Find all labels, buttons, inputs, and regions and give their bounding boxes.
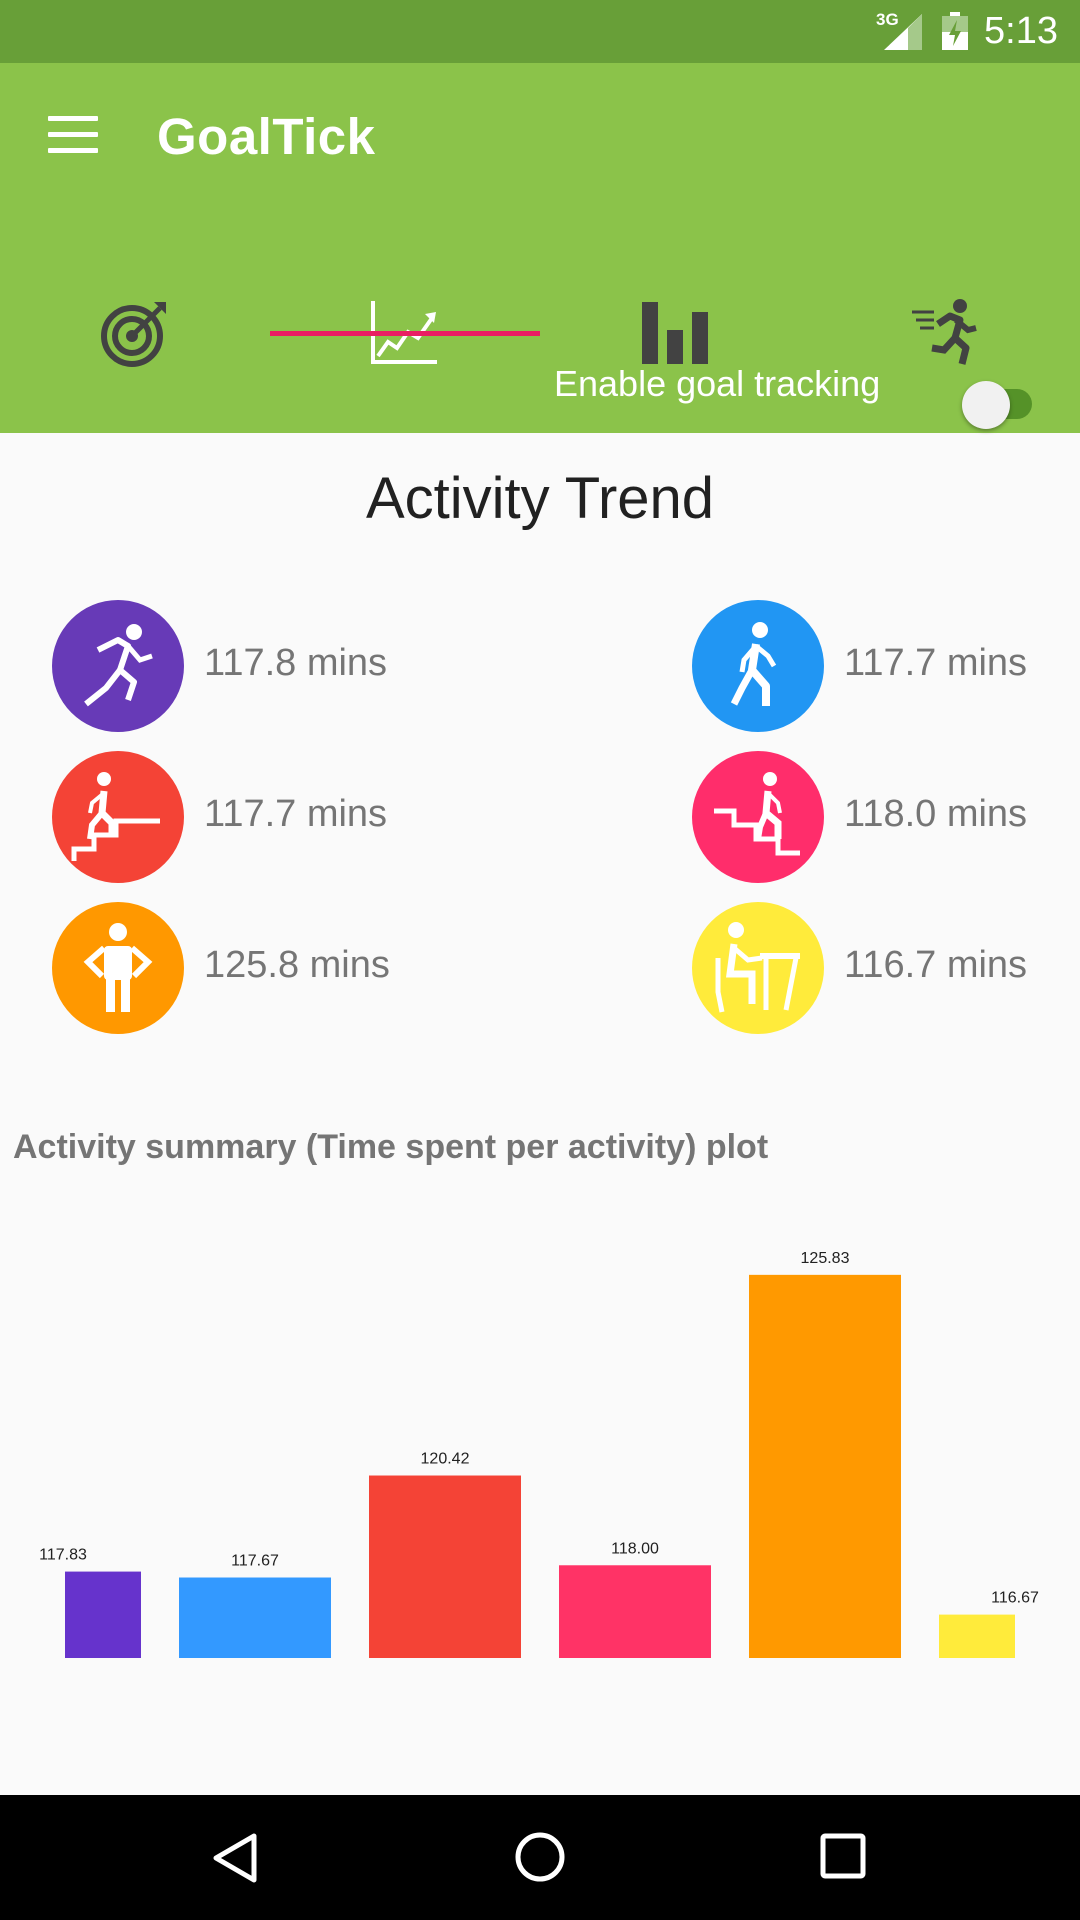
chart-bar — [749, 1274, 901, 1658]
home-circle-icon[interactable] — [514, 1831, 566, 1883]
standing-badge — [52, 902, 184, 1034]
activity-bar-chart: 117.83 117.67 120.42 118.00 125.83 116.67 — [39, 1250, 1039, 1658]
battery-icon — [942, 12, 968, 50]
stairs-up-badge — [52, 751, 184, 883]
running-person-icon — [912, 299, 977, 365]
activity-value: 117.7 mins — [844, 642, 1028, 684]
bar-chart-icon — [642, 302, 708, 364]
hamburger-menu-icon[interactable] — [48, 116, 98, 156]
activity-stat-stairs-down: 118.0 mins — [692, 751, 1080, 883]
recents-square-icon[interactable] — [820, 1833, 866, 1879]
standing-icon — [83, 923, 153, 1012]
app-title: GoalTick — [157, 108, 376, 165]
chart-bar — [939, 1614, 1015, 1658]
stairs-down-badge — [692, 751, 824, 883]
activity-stat-standing: 125.8 mins — [52, 902, 512, 1034]
back-triangle-icon[interactable] — [210, 1833, 260, 1883]
switch-thumb — [962, 381, 1010, 429]
goal-tracking-switch[interactable] — [962, 370, 1046, 434]
plot-title: Activity summary (Time spent per activit… — [13, 1128, 769, 1166]
sitting-icon — [715, 922, 800, 1013]
chart-bar — [369, 1475, 521, 1658]
chart-bar-label: 116.67 — [991, 1590, 1039, 1607]
signal-icon — [884, 14, 922, 50]
chart-bar-label: 120.42 — [421, 1451, 470, 1468]
activity-stat-sitting: 116.7 mins — [692, 902, 1080, 1034]
chart-bar-label: 117.83 — [39, 1547, 87, 1564]
navigation-bar — [0, 1795, 1080, 1920]
walking-badge — [692, 600, 824, 732]
app-bar: GoalTick Enable goal tracking — [0, 63, 1080, 433]
activity-stat-stairs-up: 117.7 mins — [52, 751, 512, 883]
tab-goals[interactable] — [0, 223, 270, 398]
tab-trend[interactable] — [270, 223, 540, 398]
section-title: Activity Trend — [365, 466, 715, 531]
stairs-up-icon — [71, 772, 160, 861]
stairs-down-icon — [714, 772, 800, 856]
activity-value: 125.8 mins — [204, 944, 390, 986]
chart-bar-label: 117.67 — [231, 1553, 279, 1570]
activity-value: 118.0 mins — [844, 793, 1028, 835]
activity-value: 116.7 mins — [844, 944, 1028, 986]
chart-bar — [559, 1565, 711, 1658]
target-icon — [101, 302, 166, 367]
sitting-badge — [692, 902, 824, 1034]
activity-value: 117.7 mins — [204, 793, 388, 835]
chart-bar-label: 118.00 — [611, 1540, 659, 1557]
chart-bar — [179, 1577, 331, 1658]
running-icon — [84, 624, 153, 707]
chart-bar — [65, 1571, 141, 1658]
goal-tracking-label: Enable goal tracking — [554, 363, 881, 404]
status-bar: 3G 5:13 — [0, 0, 1080, 63]
chart-bar-label: 125.83 — [801, 1250, 850, 1267]
activity-stat-running: 117.8 mins — [52, 600, 512, 732]
activity-stat-walking: 117.7 mins — [692, 600, 1080, 732]
selected-tab-indicator — [270, 331, 540, 336]
running-badge — [52, 600, 184, 732]
clock: 5:13 — [984, 10, 1058, 52]
activity-value: 117.8 mins — [204, 642, 388, 684]
walking-icon — [730, 622, 777, 706]
